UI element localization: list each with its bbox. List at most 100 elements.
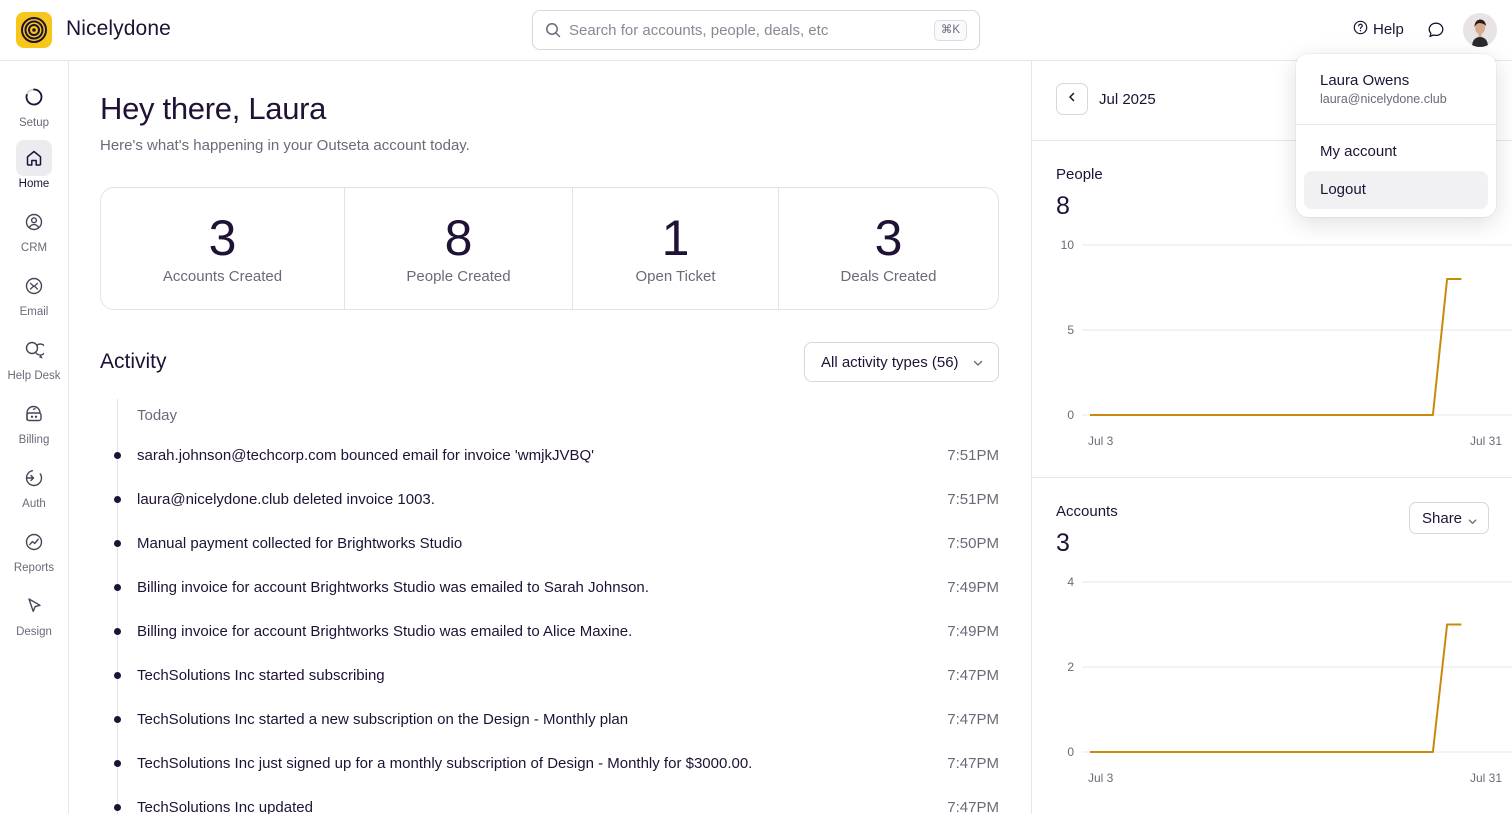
activity-text: TechSolutions Inc started a new subscrip… (137, 710, 629, 728)
sidebar-item-label: Home (18, 178, 50, 190)
menu-item-my-account[interactable]: My account (1304, 133, 1488, 171)
top-bar: Nicelydone ⌘K Help (0, 0, 1512, 61)
series-line (1090, 623, 1462, 753)
share-label: Share (1422, 509, 1463, 527)
activity-item[interactable]: TechSolutions Inc started subscribing 7:… (109, 663, 999, 687)
sidebar-item-label: Reports (13, 562, 55, 574)
section-divider (1032, 477, 1512, 478)
crm-person-icon (16, 204, 52, 240)
main-content: Hey there, Laura Here's what's happening… (69, 61, 1031, 814)
search-icon (545, 22, 561, 38)
sidebar-item-crm[interactable]: CRM (0, 204, 68, 264)
search-shortcut-badge: ⌘K (933, 20, 967, 41)
month-label: Jul 2025 (1099, 91, 1156, 108)
sidebar-item-billing[interactable]: Billing (0, 396, 68, 456)
timeline-dot (114, 627, 121, 635)
sidebar-item-setup[interactable]: Setup (0, 79, 68, 139)
stats-card: 3 Accounts Created 8 People Created 1 Op… (100, 187, 999, 310)
timeline-dot (114, 715, 121, 723)
sidebar-item-reports[interactable]: Reports (0, 524, 68, 584)
timeline-dot (114, 671, 121, 679)
activity-item[interactable]: sarah.johnson@techcorp.com bounced email… (109, 443, 999, 467)
activity-text: Manual payment collected for Brightworks… (137, 534, 463, 552)
y-tick-label: 0 (1067, 408, 1074, 422)
activity-time: 7:51PM (947, 490, 999, 508)
stat-accounts-created[interactable]: 3 Accounts Created (101, 188, 345, 309)
sidebar-item-label: Auth (22, 498, 46, 510)
home-icon (16, 140, 52, 176)
help-button[interactable]: Help (1353, 20, 1404, 39)
x-tick-label: Jul 3 (1088, 771, 1114, 785)
auth-icon (16, 460, 52, 496)
activity-item[interactable]: Billing invoice for account Brightworks … (109, 619, 999, 643)
email-icon (16, 268, 52, 304)
chat-bubble-icon[interactable] (1427, 21, 1445, 39)
x-tick-label: Jul 31 (1470, 771, 1502, 785)
stat-deals-created[interactable]: 3 Deals Created (779, 188, 998, 309)
activity-time: 7:51PM (947, 446, 999, 464)
y-tick-label: 4 (1067, 575, 1074, 589)
stat-label: Open Ticket (635, 268, 716, 285)
chevron-down-icon (1467, 514, 1478, 531)
setup-progress-icon (16, 79, 52, 115)
design-cursor-icon (16, 588, 52, 624)
account-menu: Laura Owens laura@nicelydone.club My acc… (1296, 54, 1496, 217)
sidebar-item-help-desk[interactable]: Help Desk (0, 332, 68, 392)
sidebar-item-label: Email (19, 306, 49, 318)
sidebar-item-email[interactable]: Email (0, 268, 68, 328)
stat-label: Deals Created (840, 268, 937, 285)
stat-people-created[interactable]: 8 People Created (345, 188, 573, 309)
previous-month-button[interactable] (1056, 83, 1088, 115)
brand-name: Nicelydone (66, 17, 171, 40)
sidebar-item-label: Design (16, 626, 52, 638)
sidebar-item-design[interactable]: Design (0, 588, 68, 648)
people-title: People (1056, 166, 1103, 183)
account-menu-email: laura@nicelydone.club (1320, 92, 1447, 106)
timeline-dot (114, 495, 121, 503)
search-input[interactable] (569, 21, 929, 39)
activity-time: 7:47PM (947, 798, 999, 814)
share-button[interactable]: Share (1409, 502, 1489, 534)
user-avatar[interactable] (1463, 13, 1497, 47)
activity-item[interactable]: TechSolutions Inc just signed up for a m… (109, 751, 999, 775)
logo-icon[interactable] (16, 12, 52, 48)
activity-time: 7:47PM (947, 710, 999, 728)
sidebar-item-label: CRM (20, 242, 48, 254)
billing-icon (16, 396, 52, 432)
activity-item[interactable]: Manual payment collected for Brightworks… (109, 531, 999, 555)
activity-text: TechSolutions Inc started subscribing (137, 666, 385, 684)
stat-open-ticket[interactable]: 1 Open Ticket (573, 188, 779, 309)
timeline-dot (114, 803, 121, 811)
activity-group-label: Today (137, 407, 178, 424)
stat-label: Accounts Created (162, 268, 283, 285)
activity-text: laura@nicelydone.club deleted invoice 10… (137, 490, 435, 508)
timeline-dot (114, 583, 121, 591)
activity-type-filter[interactable]: All activity types (56) (804, 342, 999, 382)
activity-item[interactable]: laura@nicelydone.club deleted invoice 10… (109, 487, 999, 511)
activity-time: 7:49PM (947, 622, 999, 640)
activity-item[interactable]: TechSolutions Inc started a new subscrip… (109, 707, 999, 731)
accounts-title: Accounts (1056, 503, 1118, 520)
sidebar-item-label: Setup (18, 117, 50, 129)
people-chart: 0 5 10 Jul 3 Jul 31 (1061, 238, 1512, 448)
activity-text: Billing invoice for account Brightworks … (137, 578, 649, 596)
sidebar-item-auth[interactable]: Auth (0, 460, 68, 520)
y-tick-label: 0 (1067, 745, 1074, 759)
menu-item-logout[interactable]: Logout (1304, 171, 1488, 209)
activity-item[interactable]: TechSolutions Inc updated 7:47PM (109, 795, 999, 814)
search-box[interactable]: ⌘K (532, 10, 980, 50)
activity-time: 7:50PM (947, 534, 999, 552)
help-desk-chat-icon (16, 332, 52, 368)
sidebar-item-home[interactable]: Home (0, 140, 68, 200)
activity-filter-label: All activity types (56) (821, 353, 959, 371)
y-tick-label: 10 (1061, 238, 1075, 252)
timeline-dot (114, 451, 121, 459)
activity-heading: Activity (100, 350, 167, 373)
activity-text: Billing invoice for account Brightworks … (137, 622, 633, 640)
stat-label: People Created (406, 268, 511, 285)
accounts-chart: 0 2 4 Jul 3 Jul 31 (1067, 575, 1512, 785)
stat-value: 1 (661, 210, 690, 266)
chevron-left-icon (1066, 90, 1078, 108)
activity-item[interactable]: Billing invoice for account Brightworks … (109, 575, 999, 599)
x-tick-label: Jul 3 (1088, 434, 1114, 448)
